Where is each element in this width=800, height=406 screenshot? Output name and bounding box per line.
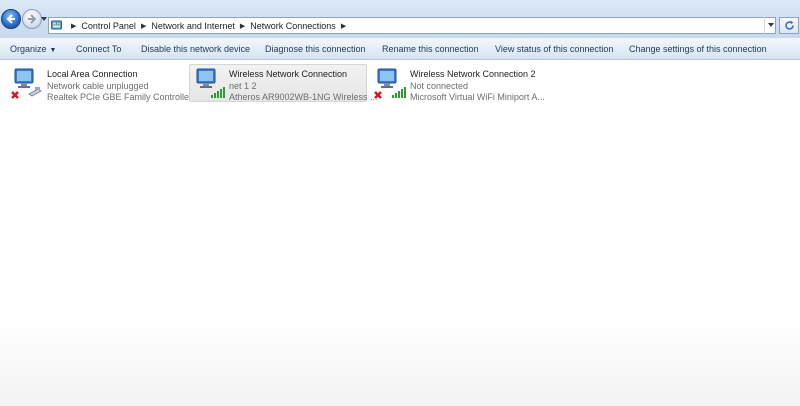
organize-label: Organize xyxy=(10,44,47,54)
connection-text: Wireless Network Connection 2 Not connec… xyxy=(410,69,545,104)
connection-name: Wireless Network Connection xyxy=(229,69,348,79)
arrow-left-icon xyxy=(6,14,15,24)
chevron-down-icon: ▼ xyxy=(49,47,57,54)
wireless-network-disconnected-icon xyxy=(374,68,406,99)
connection-item-local-area[interactable]: Local Area Connection Network cable unpl… xyxy=(7,64,192,102)
wireless-network-connected-icon xyxy=(196,68,225,98)
connection-adapter: Atheros AR9002WB-1NG Wireless ... xyxy=(229,92,378,102)
change-settings-button[interactable]: Change settings of this connection xyxy=(629,38,767,60)
address-input[interactable]: ▶ Control Panel ▶ Network and Internet ▶… xyxy=(48,17,776,34)
chevron-right-icon[interactable]: ▶ xyxy=(71,22,76,30)
breadcrumb-control-panel[interactable]: Control Panel xyxy=(81,21,136,31)
wired-network-disconnected-icon xyxy=(11,68,42,99)
connect-to-button[interactable]: Connect To xyxy=(76,38,121,60)
control-panel-icon xyxy=(51,20,62,30)
arrow-right-icon xyxy=(28,14,37,24)
back-button[interactable] xyxy=(1,9,21,29)
connection-adapter: Realtek PCIe GBE Family Controller xyxy=(47,92,193,102)
address-bar-region: ▶ Control Panel ▶ Network and Internet ▶… xyxy=(0,0,800,38)
connection-text: Local Area Connection Network cable unpl… xyxy=(47,69,192,104)
connection-status: net 1 2 xyxy=(229,80,257,91)
breadcrumb-network-connections[interactable]: Network Connections xyxy=(250,21,336,31)
connection-item-wireless-2[interactable]: Wireless Network Connection 2 Not connec… xyxy=(370,64,550,102)
connection-item-wireless[interactable]: Wireless Network Connection net 1 2 Athe… xyxy=(189,64,378,102)
chevron-right-icon[interactable]: ▶ xyxy=(141,22,146,30)
refresh-button[interactable] xyxy=(779,17,799,34)
refresh-icon xyxy=(784,20,794,30)
chevron-right-icon[interactable]: ▶ xyxy=(341,22,346,30)
rename-connection-button[interactable]: Rename this connection xyxy=(382,38,479,60)
connection-status: Network cable unplugged xyxy=(47,80,149,91)
view-status-button[interactable]: View status of this connection xyxy=(495,38,613,60)
diagnose-connection-button[interactable]: Diagnose this connection xyxy=(265,38,366,60)
disable-network-device-button[interactable]: Disable this network device xyxy=(141,38,250,60)
forward-button[interactable] xyxy=(22,9,42,29)
connection-text: Wireless Network Connection net 1 2 Athe… xyxy=(229,69,378,104)
chevron-down-icon xyxy=(767,23,774,27)
connection-name: Local Area Connection xyxy=(47,69,138,79)
connection-status: Not connected xyxy=(410,80,469,91)
chevron-right-icon[interactable]: ▶ xyxy=(240,22,245,30)
breadcrumb-network-and-internet[interactable]: Network and Internet xyxy=(151,21,235,31)
connection-name: Wireless Network Connection 2 xyxy=(410,69,536,79)
address-dropdown-button[interactable] xyxy=(764,17,776,34)
organize-menu[interactable]: Organize ▼ xyxy=(10,38,56,60)
connection-adapter: Microsoft Virtual WiFi Miniport A... xyxy=(410,92,545,102)
recent-pages-dropdown-icon[interactable] xyxy=(41,16,47,22)
command-bar: Organize ▼ Connect To Disable this networ… xyxy=(0,38,800,60)
